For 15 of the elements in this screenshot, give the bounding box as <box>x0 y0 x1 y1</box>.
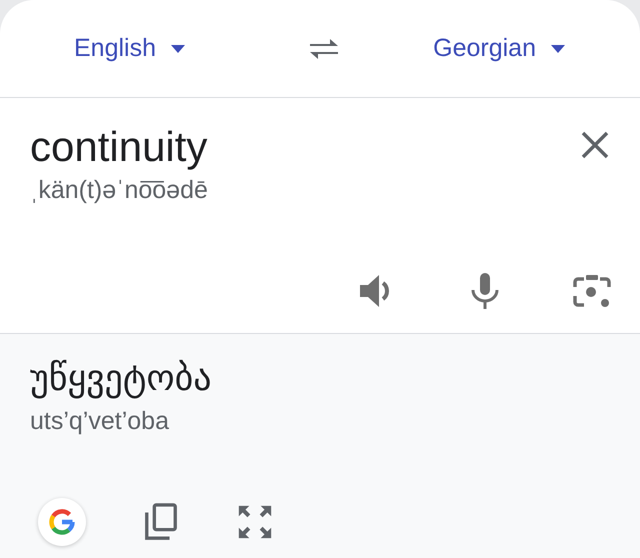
google-button[interactable] <box>38 498 86 546</box>
caret-icon <box>170 44 186 54</box>
source-text: continuity <box>30 122 208 172</box>
copy-icon[interactable] <box>142 502 180 542</box>
caret-icon <box>550 44 566 54</box>
source-language-button[interactable]: English <box>74 34 186 63</box>
google-logo-icon <box>47 507 77 537</box>
fullscreen-icon[interactable] <box>236 503 274 541</box>
microphone-icon[interactable] <box>470 271 500 311</box>
target-language-button[interactable]: Georgian <box>433 34 566 63</box>
transliteration-text: uts’q’vet’oba <box>30 406 170 436</box>
translation-text: უწყვეტობა <box>30 357 213 401</box>
camera-icon[interactable] <box>572 272 612 310</box>
close-icon[interactable] <box>580 130 610 160</box>
pronunciation-text: ˌkän(t)əˈno͞oədē <box>30 175 208 206</box>
